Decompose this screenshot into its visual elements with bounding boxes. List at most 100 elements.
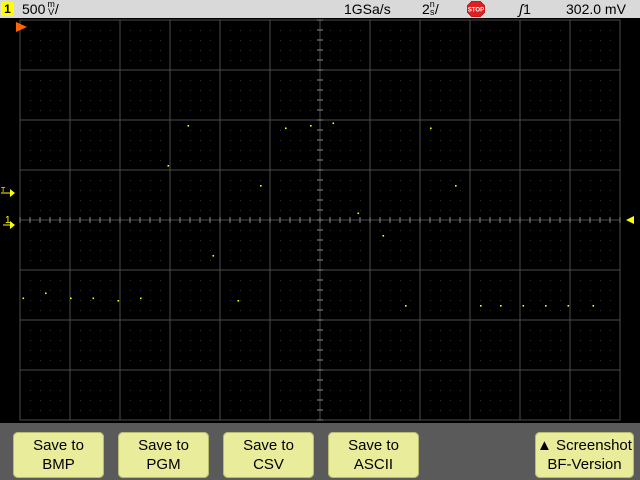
softkey-line1: Save to xyxy=(243,437,294,454)
grid-dot xyxy=(450,240,451,241)
grid-dot xyxy=(380,390,381,391)
grid-dot xyxy=(330,140,331,141)
grid-dot xyxy=(310,390,311,391)
trigger-level[interactable]: 302.0 mV xyxy=(566,0,626,18)
grid-dot xyxy=(160,300,161,301)
grid-dot xyxy=(100,290,101,291)
grid-dot xyxy=(330,190,331,191)
grid-dot xyxy=(160,410,161,411)
grid-dot xyxy=(300,40,301,41)
grid-dot xyxy=(40,30,41,31)
grid-dot xyxy=(200,100,201,101)
grid-dot xyxy=(100,50,101,51)
grid-dot xyxy=(600,410,601,411)
grid-dot xyxy=(530,310,531,311)
grid-dot xyxy=(490,160,491,161)
grid-dot xyxy=(150,410,151,411)
grid-dot xyxy=(260,360,261,361)
grid-dot xyxy=(360,230,361,231)
grid-dot xyxy=(290,150,291,151)
grid-dot xyxy=(530,330,531,331)
grid-dot xyxy=(530,350,531,351)
screenshot-version-button[interactable]: ▲ Screenshot BF-Version xyxy=(535,432,634,478)
grid-dot xyxy=(280,390,281,391)
grid-dot xyxy=(50,260,51,261)
grid-dot xyxy=(450,350,451,351)
grid-dot xyxy=(250,310,251,311)
grid-dot xyxy=(260,30,261,31)
grid-dot xyxy=(90,190,91,191)
grid-dot xyxy=(130,200,131,201)
grid-dot xyxy=(60,110,61,111)
grid-dot xyxy=(480,280,481,281)
grid-dot xyxy=(500,80,501,81)
grid-dot xyxy=(480,240,481,241)
grid-dot xyxy=(200,380,201,381)
grid-dot xyxy=(150,100,151,101)
grid-dot xyxy=(590,110,591,111)
save-bmp-button[interactable]: Save to BMP xyxy=(13,432,104,478)
grid-dot xyxy=(480,190,481,191)
grid-dot xyxy=(340,190,341,191)
grid-dot xyxy=(90,80,91,81)
grid-dot xyxy=(480,130,481,131)
grid-dot xyxy=(510,50,511,51)
grid-dot xyxy=(200,200,201,201)
grid-dot xyxy=(360,130,361,131)
grid-dot xyxy=(290,310,291,311)
grid-dot xyxy=(490,380,491,381)
grid-dot xyxy=(250,40,251,41)
grid-dot xyxy=(390,290,391,291)
grid-dot xyxy=(460,210,461,211)
grid-dot xyxy=(90,330,91,331)
save-csv-button[interactable]: Save to CSV xyxy=(223,432,314,478)
grid-dot xyxy=(490,90,491,91)
softkey-line1: Save to xyxy=(348,437,399,454)
grid-dot xyxy=(610,90,611,91)
save-pgm-button[interactable]: Save to PGM xyxy=(118,432,209,478)
grid-dot xyxy=(50,200,51,201)
grid-dot xyxy=(360,310,361,311)
waveform-sample xyxy=(140,297,142,300)
grid-dot xyxy=(380,350,381,351)
grid-dot xyxy=(550,310,551,311)
grid-dot xyxy=(540,180,541,181)
grid-dot xyxy=(210,310,211,311)
save-ascii-button[interactable]: Save to ASCII xyxy=(328,432,419,478)
grid-dot xyxy=(580,80,581,81)
grid-dot xyxy=(100,260,101,261)
grid-dot xyxy=(190,350,191,351)
grid-dot xyxy=(260,240,261,241)
grid-dot xyxy=(330,250,331,251)
waveform-sample xyxy=(592,305,595,307)
grid-dot xyxy=(440,360,441,361)
grid-dot xyxy=(410,290,411,291)
grid-dot xyxy=(180,50,181,51)
grid-dot xyxy=(480,210,481,211)
grid-dot xyxy=(50,130,51,131)
grid-dot xyxy=(260,110,261,111)
grid-dot xyxy=(260,200,261,201)
grid-dot xyxy=(180,80,181,81)
trigger-edge[interactable]: ʃ1 xyxy=(519,0,531,18)
grid-dot xyxy=(180,310,181,311)
grid-dot xyxy=(360,40,361,41)
grid-dot xyxy=(450,30,451,31)
grid-dot xyxy=(300,30,301,31)
grid-dot xyxy=(150,90,151,91)
grid-dot xyxy=(600,390,601,391)
grid-dot xyxy=(300,350,301,351)
grid-dot xyxy=(540,400,541,401)
channel-1-badge[interactable]: 1 xyxy=(1,2,14,16)
grid-dot xyxy=(410,340,411,341)
vertical-scale[interactable]: 500 m V/ xyxy=(22,0,59,18)
grid-dot xyxy=(280,230,281,231)
grid-dot xyxy=(330,90,331,91)
grid-dot xyxy=(430,410,431,411)
grid-dot xyxy=(430,150,431,151)
grid-dot xyxy=(500,100,501,101)
grid-dot xyxy=(410,400,411,401)
grid-dot xyxy=(300,160,301,161)
grid-dot xyxy=(580,330,581,331)
horizontal-scale[interactable]: 2n s/ xyxy=(422,0,439,18)
